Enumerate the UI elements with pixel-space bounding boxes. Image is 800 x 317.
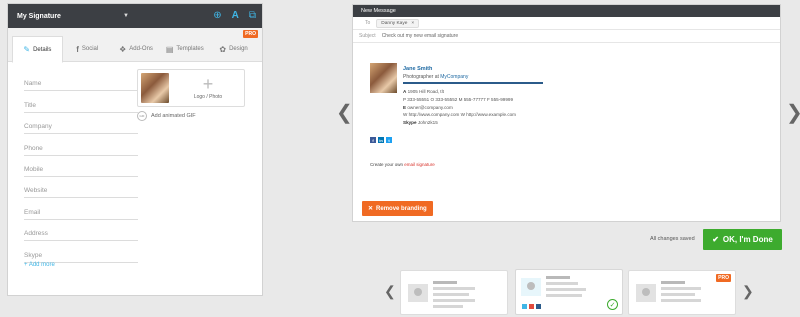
template-photo [521, 278, 541, 296]
email-line: E owner@company.com [403, 104, 453, 110]
twitter-icon: t [386, 137, 392, 143]
to-label: To [365, 20, 371, 26]
templates-next-icon[interactable]: ❯ [742, 283, 754, 300]
editor-tabs: ✎ Details f Social ❖ Add-Ons ▤ Templates… [8, 28, 262, 63]
tab-add-ons[interactable]: ❖ Add-Ons [112, 36, 161, 62]
add-gif-option[interactable]: GIF Add animated GIF [137, 111, 196, 121]
next-arrow-icon[interactable]: ❯ [786, 100, 800, 125]
skype-field[interactable]: Skype [24, 241, 138, 263]
signature-name: My Signature [17, 12, 61, 20]
template-photo [408, 284, 428, 302]
profile-photo [141, 73, 169, 103]
title-text: Photographer at [403, 74, 439, 80]
remove-branding-button[interactable]: ✕ Remove branding [362, 201, 433, 216]
company-field[interactable]: Company [24, 113, 138, 135]
template-thumbnail-pro[interactable]: PRO [628, 270, 736, 315]
gif-icon: GIF [137, 111, 147, 121]
recipient-chip: Danny Kaye × [376, 18, 420, 28]
skype-line: Skype John2k15 [403, 120, 438, 126]
email-signature-link[interactable]: email signature [404, 162, 435, 167]
recipient-name: Danny Kaye [381, 20, 408, 26]
copy-icon[interactable]: ⧉ [249, 11, 256, 21]
subject-row: Subject Check out my new email signature [353, 30, 780, 43]
field-list: Name Title Company Phone Mobile Website … [24, 70, 138, 263]
website-field[interactable]: Website [24, 177, 138, 199]
title-field[interactable]: Title [24, 91, 138, 113]
email-field[interactable]: Email [24, 198, 138, 220]
toolbar-icons: ⊕ A ⧉ [213, 11, 256, 21]
tab-label: Add-Ons [129, 46, 153, 52]
web-line: W http://www.company.com W http://www.ex… [403, 112, 517, 118]
facebook-icon: f [370, 137, 376, 143]
tab-label: Templates [176, 46, 204, 52]
pencil-icon: ✎ [23, 45, 31, 54]
name-field[interactable]: Name [24, 70, 138, 92]
signature-editor: My Signature ▼ ⊕ A ⧉ ✎ Details f Social … [7, 3, 263, 296]
tab-social[interactable]: f Social [63, 36, 112, 62]
template-thumbnail-selected[interactable]: ✓ [515, 269, 623, 315]
address-field[interactable]: Address [24, 220, 138, 242]
add-more-link[interactable]: + Add more [24, 262, 55, 268]
social-icons: f in t [370, 137, 392, 143]
signature-details: A 1905 Hill Road, tlt P 333-55551 O 333-… [403, 88, 516, 127]
signature-title: Photographer at MyCompany [403, 74, 468, 80]
details-form: Name Title Company Phone Mobile Website … [8, 62, 262, 297]
tab-label: Design [229, 46, 248, 52]
photo-upload[interactable]: + Logo / Photo [137, 69, 245, 107]
checkmark-icon: ✔ [712, 235, 719, 244]
subject-label: Subject [359, 33, 376, 39]
pro-badge: PRO [243, 30, 258, 38]
tab-label: Details [33, 46, 52, 53]
create-own-promo: Create your own email signature [370, 162, 435, 167]
save-status: All changes saved [650, 236, 695, 242]
tab-design[interactable]: ✿ Design PRO [209, 30, 258, 62]
done-button[interactable]: ✔ OK, I'm Done [703, 229, 782, 250]
signature-person-name: Jane Smith [403, 66, 433, 72]
mobile-field[interactable]: Mobile [24, 156, 138, 177]
to-row: To Danny Kaye × [353, 17, 780, 30]
company-text: MyCompany [440, 74, 469, 80]
templates-prev-icon[interactable]: ❮ [384, 283, 396, 300]
template-icon: ▤ [165, 44, 174, 54]
phones-line: P 333-55551 O 333-55552 M 555-77777 F 55… [403, 96, 513, 102]
facebook-icon: f [76, 44, 79, 54]
editor-toolbar: My Signature ▼ ⊕ A ⧉ [8, 4, 262, 28]
template-thumbnail[interactable] [400, 270, 508, 315]
logo-upload-button[interactable]: + Logo / Photo [172, 70, 244, 106]
signature-photo [370, 63, 397, 93]
template-photo [636, 284, 656, 302]
phone-field[interactable]: Phone [24, 134, 138, 156]
check-icon: ✓ [607, 299, 618, 310]
tab-label: Social [81, 46, 99, 52]
prev-arrow-icon[interactable]: ❮ [336, 100, 353, 125]
gif-label: Add animated GIF [151, 113, 196, 119]
pro-badge: PRO [716, 274, 731, 282]
signature-divider [403, 82, 543, 84]
chevron-down-icon: ▼ [123, 13, 129, 19]
tab-templates[interactable]: ▤ Templates [160, 36, 209, 62]
puzzle-icon: ❖ [119, 44, 127, 54]
font-icon[interactable]: A [232, 11, 239, 21]
plus-icon: + [202, 74, 214, 94]
close-icon: ✕ [368, 206, 374, 212]
tab-details[interactable]: ✎ Details [12, 36, 63, 63]
logo-label: Logo / Photo [193, 94, 223, 100]
close-icon: × [411, 20, 415, 26]
signature-select[interactable]: My Signature ▼ [17, 13, 129, 20]
email-preview: New Message To Danny Kaye × Subject Chec… [352, 4, 781, 222]
subject-text: Check out my new email signature [381, 33, 459, 39]
add-signature-icon[interactable]: ⊕ [213, 11, 221, 21]
message-header: New Message [353, 5, 780, 17]
address-line: A 1905 Hill Road, tlt [403, 89, 444, 94]
linkedin-icon: in [378, 137, 384, 143]
palette-icon: ✿ [219, 44, 227, 54]
